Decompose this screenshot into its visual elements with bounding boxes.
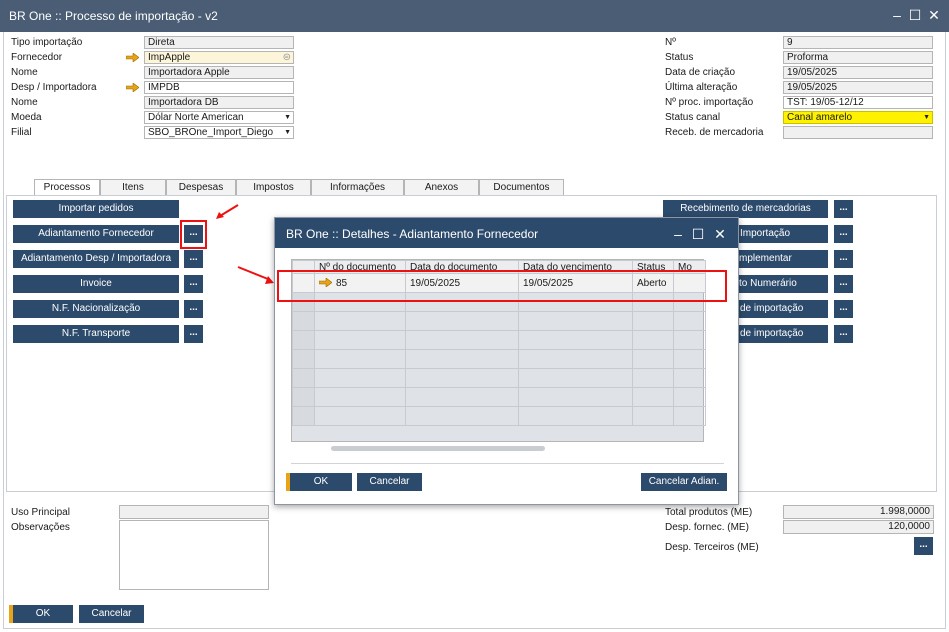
desp-terceiros-label: Desp. Terceiros (ME) [665,542,759,553]
receb-mercadoria-label: Receb. de mercadoria [665,127,764,138]
close-icon[interactable]: ✕ [926,7,942,23]
tab-itens[interactable]: Itens [100,179,166,195]
table-row [292,368,706,388]
observacoes-label: Observações [11,522,70,533]
annotation-arrow-icon [216,204,239,219]
nf-nacionalizacao-details-button[interactable]: ... [184,300,203,318]
dialog-ok-button[interactable]: OK [286,473,352,491]
fornecedor-value: ImpApple [148,52,191,63]
recebimento-details-button[interactable]: ... [834,200,853,218]
importar-pedidos-button[interactable]: Importar pedidos [13,200,179,218]
filial-select[interactable]: SBO_BROne_Import_Diego [144,126,294,139]
minimize-icon[interactable]: – [670,226,686,242]
importacao-button-label: Importação [740,228,791,239]
desp-fornec-field[interactable]: 120,0000 [783,520,934,534]
tab-processos[interactable]: Processos [34,179,100,196]
ultima-alteracao-label: Última alteração [665,82,738,93]
tab-despesas[interactable]: Despesas [166,179,236,195]
data-criacao-label: Data de criação [665,67,736,78]
status-field[interactable]: Proforma [783,51,933,64]
annotation-highlight-row [277,270,727,302]
table-row [292,387,706,407]
importacao-details-button[interactable]: ... [834,225,853,243]
tab-impostos[interactable]: Impostos [236,179,311,195]
receb-mercadoria-field[interactable] [783,126,933,139]
nome1-label: Nome [11,67,38,78]
nf-transporte-details-button[interactable]: ... [184,325,203,343]
minimize-icon[interactable]: – [889,7,905,23]
status-label: Status [665,52,694,63]
observacoes-textarea[interactable] [119,520,269,590]
numerario-details-button[interactable]: ... [834,275,853,293]
recebimento-mercadorias-button[interactable]: Recebimento de mercadorias [663,200,828,218]
invoice-details-button[interactable]: ... [184,275,203,293]
numerario-button-label: to Numerário [739,278,797,289]
close-icon[interactable]: ✕ [712,226,728,242]
fornecedor-label: Fornecedor [11,52,63,63]
numero-label: Nº [665,37,676,48]
total-produtos-label: Total produtos (ME) [665,507,753,518]
horizontal-scrollbar[interactable] [331,446,545,451]
tab-informacoes[interactable]: Informações [311,179,404,195]
cancel-button[interactable]: Cancelar [79,605,144,623]
cancelar-adiantamento-button[interactable]: Cancelar Adian. [641,473,727,491]
window-title: BR One :: Processo de importação - v2 [9,9,218,23]
ok-button[interactable]: OK [9,605,73,623]
link-arrow-icon[interactable] [126,53,139,62]
total-produtos-field[interactable]: 1.998,0000 [783,505,934,519]
ultima-alteracao-field[interactable]: 19/05/2025 [783,81,933,94]
nf-transporte-button[interactable]: N.F. Transporte [13,325,179,343]
proc-importacao-label: Nº proc. importação [665,97,754,108]
nome2-field[interactable]: Importadora DB [144,96,294,109]
complementar-button-label: mplementar [739,253,792,264]
desp-terceiros-details-button[interactable]: ... [914,537,933,555]
proc-importacao-field[interactable]: TST: 19/05-12/12 [783,96,933,109]
desp-importadora-label: Desp / Importadora [11,82,97,93]
dialog-divider [291,463,724,464]
complementar-details-button[interactable]: ... [834,250,853,268]
desp-fornec-label: Desp. fornec. (ME) [665,522,749,533]
adiantamento-fornecedor-button[interactable]: Adiantamento Fornecedor [13,225,179,243]
processo-importacao-label-2: de importação [740,328,804,339]
tab-documentos[interactable]: Documentos [479,179,564,195]
moeda-select[interactable]: Dólar Norte American [144,111,294,124]
adiantamento-fornecedor-dialog: BR One :: Detalhes - Adiantamento Fornec… [274,217,739,505]
maximize-icon[interactable]: ☐ [690,226,706,242]
table-row [292,330,706,350]
tipo-importacao-field[interactable]: Direta [144,36,294,49]
processo-importacao-label-1: de importação [740,303,804,314]
fornecedor-field[interactable]: ImpApple ⊜ [144,51,294,64]
desp-importadora-field[interactable]: IMPDB [144,81,294,94]
list-icon[interactable]: ⊜ [283,52,291,63]
tab-anexos[interactable]: Anexos [404,179,479,195]
annotation-highlight-box [180,220,207,249]
invoice-button[interactable]: Invoice [13,275,179,293]
nf-nacionalizacao-button[interactable]: N.F. Nacionalização [13,300,179,318]
dialog-cancel-button[interactable]: Cancelar [357,473,422,491]
nome1-field[interactable]: Importadora Apple [144,66,294,79]
dialog-title: BR One :: Detalhes - Adiantamento Fornec… [286,227,539,241]
processo-importacao-details-button-1[interactable]: ... [834,300,853,318]
status-canal-label: Status canal [665,112,721,123]
window-titlebar: BR One :: Processo de importação - v2 – … [0,0,949,32]
adiantamento-desp-details-button[interactable]: ... [184,250,203,268]
annotation-arrow-icon [237,266,274,284]
filial-label: Filial [11,127,32,138]
nome2-label: Nome [11,97,38,108]
moeda-label: Moeda [11,112,42,123]
adiantamento-desp-importadora-button[interactable]: Adiantamento Desp / Importadora [13,250,179,268]
processo-importacao-details-button-2[interactable]: ... [834,325,853,343]
data-criacao-field[interactable]: 19/05/2025 [783,66,933,79]
table-row [292,349,706,369]
tipo-importacao-label: Tipo importação [11,37,83,48]
table-row [292,406,706,426]
numero-field[interactable]: 9 [783,36,933,49]
uso-principal-field[interactable] [119,505,269,519]
table-row [292,311,706,331]
status-canal-select[interactable]: Canal amarelo [783,111,933,124]
maximize-icon[interactable]: ☐ [907,7,923,23]
uso-principal-label: Uso Principal [11,507,70,518]
dialog-titlebar: BR One :: Detalhes - Adiantamento Fornec… [275,218,738,248]
link-arrow-icon[interactable] [126,83,139,92]
